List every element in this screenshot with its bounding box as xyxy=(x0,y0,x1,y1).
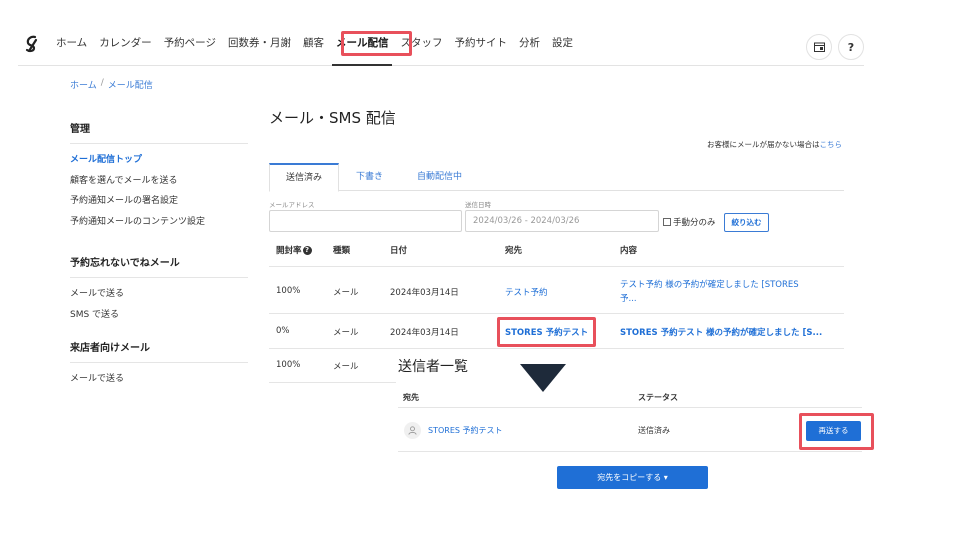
filter-button[interactable]: 絞り込む xyxy=(724,213,769,232)
question-icon: ? xyxy=(847,40,855,54)
sidebar-group-manage: 管理 メール配信トップ 顧客を選んでメールを送る 予約通知メールの署名設定 予約… xyxy=(70,120,248,232)
user-icon xyxy=(404,422,421,439)
nav-item-home[interactable]: ホーム xyxy=(56,28,87,66)
sidebar-item-reminder-sms[interactable]: SMS で送る xyxy=(70,305,248,326)
top-nav: ホーム カレンダー 予約ページ 回数券・月謝 顧客 メール配信 スタッフ 予約サ… xyxy=(18,28,864,66)
help-link[interactable]: こちら xyxy=(820,140,843,149)
cell-to-link[interactable]: テスト予約 xyxy=(505,286,548,298)
header-type: 種類 xyxy=(333,246,351,256)
sidebar-item-content[interactable]: 予約通知メールのコンテンツ設定 xyxy=(70,212,248,233)
sidebar-item-reminder-mail[interactable]: メールで送る xyxy=(70,284,248,305)
recipient-highlight xyxy=(497,317,596,347)
manual-only-checkbox[interactable]: 手動分のみ xyxy=(663,216,716,228)
sidebar-heading: 管理 xyxy=(70,120,248,144)
senders-title: 送信者一覧 xyxy=(398,359,468,375)
senders-header-status: ステータス xyxy=(638,393,678,402)
resend-highlight xyxy=(799,413,874,450)
nav-item-booking-site[interactable]: 予約サイト xyxy=(454,28,507,66)
table-row[interactable]: 100% メール 2024年03月14日 テスト予約 テスト予約 様の予約が確定… xyxy=(269,267,844,314)
sidebar-item-select-customers[interactable]: 顧客を選んでメールを送る xyxy=(70,171,248,192)
nav-item-customers[interactable]: 顧客 xyxy=(303,28,324,66)
cell-open-rate: 0% xyxy=(276,326,290,336)
breadcrumb-separator: / xyxy=(100,78,104,88)
nav-item-calendar[interactable]: カレンダー xyxy=(99,28,152,66)
checkbox-box[interactable] xyxy=(663,218,671,226)
cell-content-link[interactable]: テスト予約 様の予約が確定しました [STORES xyxy=(620,278,799,290)
nav-item-booking-page[interactable]: 予約ページ xyxy=(164,28,216,66)
cell-date: 2024年03月14日 xyxy=(390,328,459,338)
question-icon[interactable]: ? xyxy=(302,246,312,255)
calendar-button[interactable] xyxy=(806,34,832,60)
copy-recipients-button[interactable]: 宛先をコピーする ▾ xyxy=(557,466,708,489)
header-to: 宛先 xyxy=(505,246,523,256)
date-filter-label: 送信日時 xyxy=(465,201,491,209)
cell-open-rate: 100% xyxy=(276,360,301,370)
senders-table: 宛先 ステータス STORES 予約テスト 送信済み xyxy=(398,388,862,452)
sidebar: 管理 メール配信トップ 顧客を選んでメールを送る 予約通知メールの署名設定 予約… xyxy=(70,120,248,404)
sidebar-heading: 予約忘れないでねメール xyxy=(70,254,248,278)
table-header: 開封率? 種類 日付 宛先 内容 xyxy=(269,238,844,267)
nav-items: ホーム カレンダー 予約ページ 回数券・月謝 顧客 メール配信 スタッフ 予約サ… xyxy=(56,28,585,66)
help-button[interactable]: ? xyxy=(838,34,864,60)
header-open-rate: 開封率? xyxy=(276,244,312,256)
nav-mail-highlight xyxy=(341,31,412,56)
table-row[interactable]: 100% メール xyxy=(269,349,396,383)
breadcrumb: ホーム / メール配信 xyxy=(70,78,153,91)
nav-item-settings[interactable]: 設定 xyxy=(552,28,573,66)
date-filter-input[interactable]: 2024/03/26 - 2024/03/26 xyxy=(465,210,659,232)
nav-item-analytics[interactable]: 分析 xyxy=(519,28,540,66)
sidebar-heading: 来店者向けメール xyxy=(70,339,248,363)
breadcrumb-current[interactable]: メール配信 xyxy=(108,78,153,91)
manual-only-label: 手動分のみ xyxy=(673,218,716,228)
cell-content-link[interactable]: STORES 予約テスト 様の予約が確定しました [S... xyxy=(620,326,822,338)
cell-type: メール xyxy=(333,328,359,338)
logo-icon[interactable] xyxy=(22,34,42,54)
cell-content-link-cont[interactable]: 予... xyxy=(620,292,637,304)
help-note-text: お客様にメールが届かない場合は xyxy=(707,140,820,149)
tab-auto[interactable]: 自動配信中 xyxy=(400,163,479,191)
header-date: 日付 xyxy=(390,246,408,256)
sender-name-link[interactable]: STORES 予約テスト xyxy=(428,425,503,436)
breadcrumb-home[interactable]: ホーム xyxy=(70,78,97,91)
email-filter-label: メールアドレス xyxy=(269,201,315,209)
nav-item-tickets[interactable]: 回数券・月謝 xyxy=(228,28,291,66)
calendar-icon xyxy=(813,42,825,52)
nav-right: ? xyxy=(806,34,864,60)
senders-header: 宛先 ステータス xyxy=(398,388,862,408)
cell-open-rate: 100% xyxy=(276,286,301,296)
sidebar-group-visitor: 来店者向けメール メールで送る xyxy=(70,339,248,390)
cell-date: 2024年03月14日 xyxy=(390,288,459,298)
header-content: 内容 xyxy=(620,246,638,256)
sidebar-item-mail-top[interactable]: メール配信トップ xyxy=(70,150,248,171)
sidebar-group-reminder: 予約忘れないでねメール メールで送る SMS で送る xyxy=(70,254,248,325)
email-filter-input[interactable] xyxy=(269,210,462,232)
sidebar-item-visitor-mail[interactable]: メールで送る xyxy=(70,369,248,390)
sent-table: 開封率? 種類 日付 宛先 内容 100% メール 2024年03月14日 テス… xyxy=(269,238,844,383)
tab-drafts[interactable]: 下書き xyxy=(339,163,400,191)
senders-header-to: 宛先 xyxy=(403,393,419,402)
cell-type: メール xyxy=(333,362,359,372)
tabs: 送信済み 下書き 自動配信中 xyxy=(269,163,844,192)
cell-type: メール xyxy=(333,288,359,298)
page-title: メール・SMS 配信 xyxy=(269,109,396,127)
senders-row: STORES 予約テスト 送信済み xyxy=(398,408,862,452)
sidebar-item-signature[interactable]: 予約通知メールの署名設定 xyxy=(70,191,248,212)
help-note: お客様にメールが届かない場合はこちら xyxy=(707,139,842,150)
tab-sent[interactable]: 送信済み xyxy=(269,163,340,192)
sender-status: 送信済み xyxy=(638,426,670,435)
